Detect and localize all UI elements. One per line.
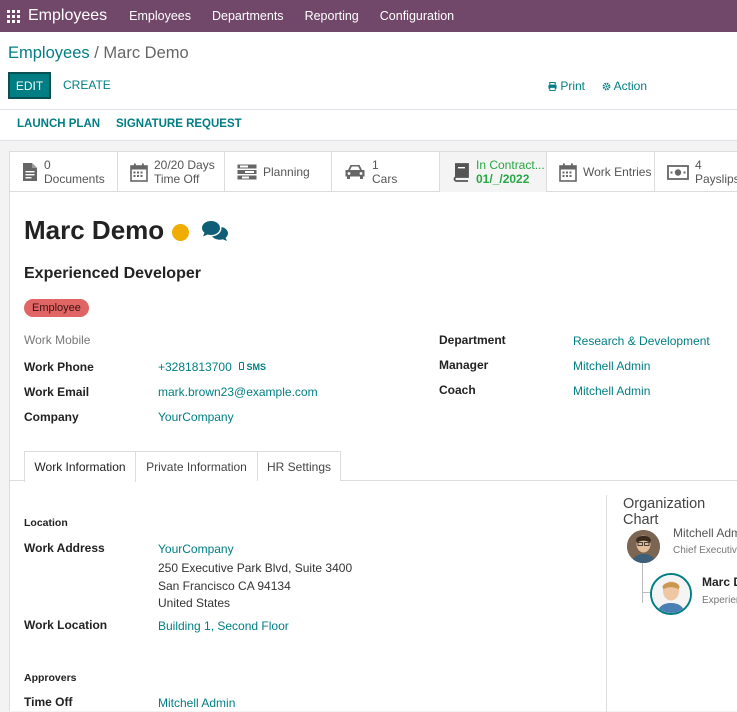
job-title: Experienced Developer bbox=[24, 265, 201, 282]
menu-reporting[interactable]: Reporting bbox=[305, 9, 359, 23]
work-location-value[interactable]: Building 1, Second Floor bbox=[158, 619, 289, 633]
cars-smart-button[interactable]: 1 Cars bbox=[332, 152, 440, 192]
edit-button[interactable]: EDIT bbox=[8, 72, 51, 99]
tab-hr-settings[interactable]: HR Settings bbox=[258, 451, 341, 481]
payslips-count: 4 bbox=[695, 158, 702, 172]
work-email-value[interactable]: mark.brown23@example.com bbox=[158, 385, 318, 399]
cars-label: Cars bbox=[372, 172, 398, 186]
car-icon bbox=[345, 165, 365, 179]
work-address-company[interactable]: YourCompany bbox=[158, 542, 234, 556]
action-label: Action bbox=[613, 79, 648, 93]
form-background: 0 Documents 20/20 Days Time Off Planning 1… bbox=[0, 141, 737, 712]
app-brand[interactable]: Employees bbox=[28, 7, 107, 25]
chat-icon[interactable] bbox=[200, 220, 230, 242]
mobile-icon bbox=[239, 362, 244, 370]
company-value[interactable]: YourCompany bbox=[158, 410, 234, 424]
time-off-approver-label: Time Off bbox=[24, 695, 73, 709]
breadcrumb-employees[interactable]: Employees bbox=[8, 44, 90, 62]
breadcrumb-current: Marc Demo bbox=[103, 44, 189, 62]
time-off-approver-value[interactable]: Mitchell Admin bbox=[158, 696, 235, 710]
employee-avatar[interactable] bbox=[650, 573, 692, 615]
payslips-label: Payslips bbox=[695, 172, 737, 186]
planning-label: Planning bbox=[263, 165, 310, 179]
payslips-smart-button[interactable]: 4 Payslips bbox=[655, 152, 737, 192]
planning-smart-button[interactable]: Planning bbox=[225, 152, 332, 192]
location-heading: Location bbox=[24, 517, 68, 529]
org-chart-divider bbox=[606, 495, 607, 712]
menu-employees[interactable]: Employees bbox=[129, 9, 191, 23]
work-entries-smart-button[interactable]: Work Entries bbox=[547, 152, 655, 192]
coach-label: Coach bbox=[439, 383, 476, 397]
menu-departments[interactable]: Departments bbox=[212, 9, 284, 23]
manager-value[interactable]: Mitchell Admin bbox=[573, 359, 650, 373]
notebook-tabs: Work Information Private Information HR … bbox=[10, 451, 737, 482]
work-mobile-label: Work Mobile bbox=[24, 333, 91, 347]
work-email-label: Work Email bbox=[24, 385, 90, 399]
sms-label: SMS bbox=[246, 362, 267, 372]
app-menu-icon[interactable] bbox=[2, 0, 24, 32]
breadcrumb: Employees / Marc Demo bbox=[8, 44, 189, 63]
org-manager-name[interactable]: Mitchell Adm bbox=[673, 526, 737, 540]
work-location-label: Work Location bbox=[24, 618, 108, 632]
action-button[interactable]: Action bbox=[602, 79, 647, 93]
smart-button-box: 0 Documents 20/20 Days Time Off Planning 1… bbox=[10, 152, 737, 192]
print-icon bbox=[548, 81, 557, 91]
gear-icon bbox=[602, 82, 611, 91]
calendar-icon bbox=[559, 163, 577, 182]
address-country: United States bbox=[158, 596, 231, 610]
work-entries-label: Work Entries bbox=[583, 165, 652, 179]
print-button[interactable]: Print bbox=[548, 79, 585, 93]
create-button[interactable]: CREATE bbox=[63, 78, 111, 92]
work-phone-value[interactable]: +3281813700 bbox=[158, 360, 232, 374]
print-label: Print bbox=[560, 79, 586, 93]
top-navbar: Employees Employees Departments Reportin… bbox=[0, 0, 737, 32]
time-off-label: Time Off bbox=[154, 172, 200, 186]
approvers-heading: Approvers bbox=[24, 672, 77, 684]
planning-icon bbox=[237, 164, 257, 180]
time-off-smart-button[interactable]: 20/20 Days Time Off bbox=[118, 152, 225, 192]
menu-configuration[interactable]: Configuration bbox=[380, 9, 454, 23]
employee-name: Marc Demo bbox=[24, 215, 165, 245]
org-manager-role: Chief Executiv bbox=[673, 545, 737, 556]
book-icon bbox=[453, 162, 469, 182]
contract-status: In Contract... bbox=[476, 158, 545, 172]
coach-value[interactable]: Mitchell Admin bbox=[573, 384, 650, 398]
documents-label: Documents bbox=[44, 172, 105, 186]
documents-count: 0 bbox=[44, 158, 51, 172]
form-sheet: 0 Documents 20/20 Days Time Off Planning 1… bbox=[9, 151, 737, 712]
manager-label: Manager bbox=[439, 358, 489, 372]
tab-private-information[interactable]: Private Information bbox=[136, 451, 258, 481]
work-address-label: Work Address bbox=[24, 541, 105, 555]
org-connector-line bbox=[642, 563, 643, 603]
address-street: 250 Executive Park Blvd, Suite 3400 bbox=[158, 561, 353, 575]
presence-status-icon bbox=[172, 224, 189, 241]
status-bar: LAUNCH PLAN SIGNATURE REQUEST bbox=[0, 110, 737, 141]
employee-tag[interactable]: Employee bbox=[24, 299, 89, 317]
document-icon bbox=[23, 163, 37, 181]
contract-date: 01/_/2022 bbox=[476, 172, 530, 186]
money-icon bbox=[667, 164, 689, 180]
org-chart-title: Organization Chart bbox=[623, 496, 706, 528]
manager-avatar[interactable] bbox=[627, 530, 660, 563]
launch-plan-button[interactable]: LAUNCH PLAN bbox=[17, 118, 100, 130]
address-city: San Francisco CA 94134 bbox=[158, 579, 291, 593]
time-off-value: 20/20 Days bbox=[154, 158, 215, 172]
cars-count: 1 bbox=[372, 158, 379, 172]
company-label: Company bbox=[24, 410, 79, 424]
tab-work-information[interactable]: Work Information bbox=[24, 451, 136, 482]
org-employee-role: Experien bbox=[702, 595, 737, 606]
work-phone-label: Work Phone bbox=[24, 360, 94, 374]
breadcrumb-separator: / bbox=[94, 44, 99, 62]
department-label: Department bbox=[439, 333, 506, 347]
contract-smart-button[interactable]: In Contract... 01/_/2022 bbox=[440, 152, 547, 192]
signature-request-button[interactable]: SIGNATURE REQUEST bbox=[116, 118, 242, 130]
org-employee-name[interactable]: Marc D bbox=[702, 575, 737, 589]
calendar-icon bbox=[130, 163, 148, 182]
sms-button[interactable]: SMS bbox=[239, 362, 266, 372]
control-panel: Employees / Marc Demo EDIT CREATE Print … bbox=[0, 32, 737, 110]
department-value[interactable]: Research & Development bbox=[573, 334, 710, 348]
documents-smart-button[interactable]: 0 Documents bbox=[10, 152, 118, 192]
